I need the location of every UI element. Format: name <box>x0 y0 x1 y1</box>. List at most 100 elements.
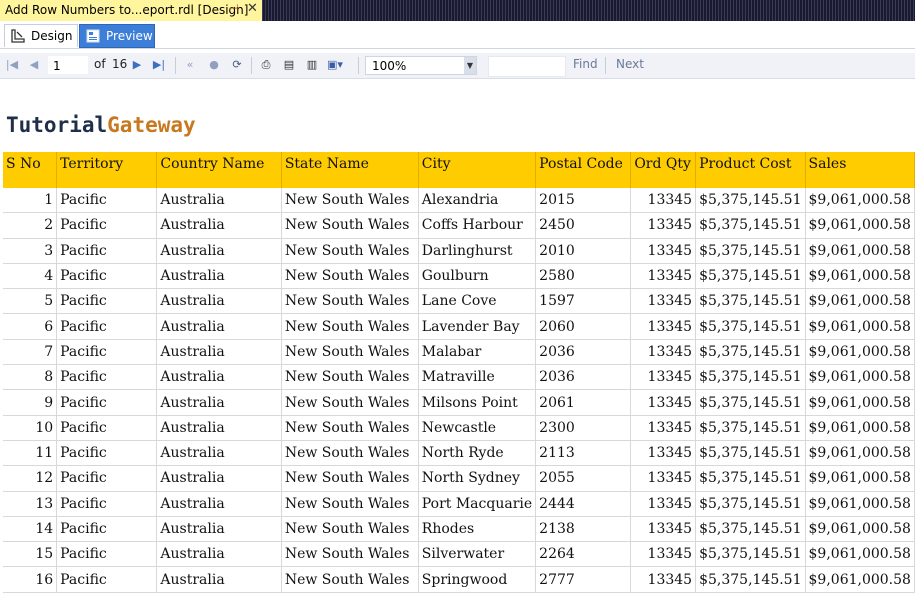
cell-sales: $9,061,000.58 <box>805 313 915 340</box>
page-number-input[interactable]: 1 <box>48 56 88 74</box>
table-row: 13 Pacific Australia New South Wales Port Ma… <box>3 491 915 517</box>
cell-country-name: Australia <box>156 339 282 366</box>
tab-preview[interactable]: Preview <box>79 24 155 48</box>
cell-ord-qty: 13345 <box>630 313 697 340</box>
tutorial-gateway-logo: TutorialGateway <box>6 113 196 137</box>
cell-state-name: New South Wales <box>281 313 419 340</box>
cell-s-no: 2 <box>3 212 58 239</box>
cell-sales: $9,061,000.58 <box>805 389 915 416</box>
table-row: 2 Pacific Australia New South Wales Coffs Ha… <box>3 212 915 239</box>
table-row: 8 Pacific Australia New South Wales Matravil… <box>3 364 915 391</box>
print-icon[interactable]: ⎙ <box>258 57 274 73</box>
cell-sales: $9,061,000.58 <box>805 238 915 264</box>
previous-page-icon[interactable]: ◀ <box>26 57 42 73</box>
cell-city: Goulburn <box>418 263 537 290</box>
chevron-down-icon[interactable]: ▼ <box>464 57 476 74</box>
cell-postal-code: 2015 <box>535 188 632 214</box>
cell-sales: $9,061,000.58 <box>805 339 915 366</box>
cell-territory: Pacific <box>56 541 158 568</box>
table-row: 5 Pacific Australia New South Wales Lane Cov… <box>3 288 915 315</box>
cell-postal-code: 2580 <box>535 263 632 290</box>
cell-city: Alexandria <box>418 188 537 214</box>
cell-sales: $9,061,000.58 <box>805 288 915 315</box>
cell-city: Darlinghurst <box>418 238 537 264</box>
cell-product-cost: $5,375,145.51 <box>695 288 806 315</box>
back-icon[interactable]: « <box>182 57 198 73</box>
document-tab[interactable]: Add Row Numbers to...eport.rdl [Design] … <box>0 0 262 21</box>
export-icon[interactable]: ▣▾ <box>327 57 343 73</box>
table-row: 1 Pacific Australia New South Wales Alexandr… <box>3 188 915 214</box>
cell-s-no: 1 <box>3 188 58 214</box>
next-link[interactable]: Next <box>616 57 644 71</box>
cell-postal-code: 2036 <box>535 339 632 366</box>
design-icon <box>11 29 25 43</box>
cell-state-name: New South Wales <box>281 212 419 239</box>
find-input[interactable] <box>488 56 566 77</box>
cell-postal-code: 2450 <box>535 212 632 239</box>
cell-state-name: New South Wales <box>281 491 419 517</box>
cell-sales: $9,061,000.58 <box>805 364 915 391</box>
page-setup-icon[interactable]: ▥ <box>304 57 320 73</box>
cell-postal-code: 2138 <box>535 516 632 543</box>
cell-territory: Pacific <box>56 313 158 340</box>
total-pages: 16 <box>112 57 128 71</box>
header-postal-code: Postal Code <box>535 152 632 188</box>
cell-ord-qty: 13345 <box>630 440 697 467</box>
cell-territory: Pacific <box>56 415 158 441</box>
next-page-icon[interactable]: ▶ <box>129 57 145 73</box>
table-row: 6 Pacific Australia New South Wales Lavender… <box>3 313 915 340</box>
cell-ord-qty: 13345 <box>630 541 697 568</box>
cell-s-no: 6 <box>3 313 58 340</box>
document-tab-title: Add Row Numbers to...eport.rdl [Design] <box>5 3 249 17</box>
zoom-value: 100% <box>372 59 407 73</box>
report-table: S No Territory Country Name State Name C… <box>3 152 915 593</box>
cell-city: Milsons Point <box>418 389 537 416</box>
cell-country-name: Australia <box>156 440 282 467</box>
print-layout-icon[interactable]: ▤ <box>281 57 297 73</box>
table-row: 12 Pacific Australia New South Wales North S… <box>3 465 915 492</box>
stop-icon[interactable]: ● <box>206 57 222 73</box>
cell-country-name: Australia <box>156 288 282 315</box>
close-icon[interactable]: ✕ <box>247 1 258 16</box>
cell-state-name: New South Wales <box>281 263 419 290</box>
cell-sales: $9,061,000.58 <box>805 212 915 239</box>
cell-city: North Ryde <box>418 440 537 467</box>
cell-city: Rhodes <box>418 516 537 543</box>
cell-s-no: 13 <box>3 491 58 517</box>
cell-territory: Pacific <box>56 263 158 290</box>
cell-product-cost: $5,375,145.51 <box>695 339 806 366</box>
cell-product-cost: $5,375,145.51 <box>695 188 806 214</box>
cell-postal-code: 2444 <box>535 491 632 517</box>
cell-s-no: 3 <box>3 238 58 264</box>
cell-sales: $9,061,000.58 <box>805 188 915 214</box>
cell-country-name: Australia <box>156 212 282 239</box>
cell-state-name: New South Wales <box>281 440 419 467</box>
cell-city: Malabar <box>418 339 537 366</box>
table-row: 9 Pacific Australia New South Wales Milsons … <box>3 389 915 416</box>
cell-ord-qty: 13345 <box>630 415 697 441</box>
cell-product-cost: $5,375,145.51 <box>695 389 806 416</box>
cell-sales: $9,061,000.58 <box>805 516 915 543</box>
cell-ord-qty: 13345 <box>630 491 697 517</box>
cell-product-cost: $5,375,145.51 <box>695 263 806 290</box>
find-link[interactable]: Find <box>573 57 598 71</box>
cell-product-cost: $5,375,145.51 <box>695 364 806 391</box>
cell-ord-qty: 13345 <box>630 263 697 290</box>
refresh-icon[interactable]: ⟳ <box>229 57 245 73</box>
cell-city: Lane Cove <box>418 288 537 315</box>
view-tabs: Design Preview <box>0 21 915 49</box>
cell-country-name: Australia <box>156 465 282 492</box>
header-product-cost: Product Cost <box>695 152 806 188</box>
cell-product-cost: $5,375,145.51 <box>695 516 806 543</box>
tab-design[interactable]: Design <box>4 24 78 47</box>
cell-state-name: New South Wales <box>281 288 419 315</box>
last-page-icon[interactable]: ▶| <box>151 57 167 73</box>
cell-product-cost: $5,375,145.51 <box>695 541 806 568</box>
first-page-icon[interactable]: |◀ <box>4 57 20 73</box>
cell-s-no: 15 <box>3 541 58 568</box>
zoom-select[interactable]: 100% ▼ <box>365 56 477 75</box>
cell-sales: $9,061,000.58 <box>805 415 915 441</box>
header-sales: Sales <box>805 152 915 188</box>
cell-state-name: New South Wales <box>281 465 419 492</box>
pin-icon[interactable]: ⊣ <box>229 2 239 15</box>
